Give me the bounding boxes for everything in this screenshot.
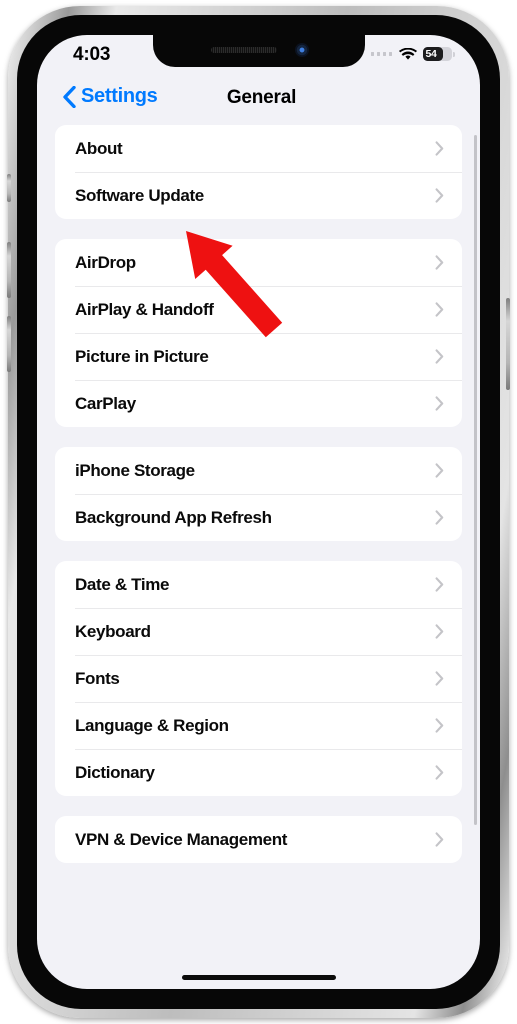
settings-group: VPN & Device Management — [55, 816, 462, 863]
settings-row-about[interactable]: About — [55, 125, 462, 172]
settings-row-label: About — [75, 138, 123, 158]
settings-group: About Software Update — [55, 125, 462, 219]
settings-row-label: AirPlay & Handoff — [75, 299, 214, 319]
settings-group: Date & Time Keyboard Fonts Language & Regio… — [55, 561, 462, 796]
chevron-right-icon — [435, 302, 444, 317]
settings-row-label: AirDrop — [75, 252, 136, 272]
silent-switch[interactable] — [7, 174, 11, 202]
navigation-bar: Settings General — [37, 79, 480, 125]
settings-row-background-app-refresh[interactable]: Background App Refresh — [55, 494, 462, 541]
chevron-right-icon — [435, 188, 444, 203]
status-indicators: 54 — [370, 47, 455, 61]
settings-row-vpn-device-management[interactable]: VPN & Device Management — [55, 816, 462, 863]
settings-row-label: Background App Refresh — [75, 507, 272, 527]
settings-row-label: Dictionary — [75, 762, 155, 782]
settings-row-airplay-handoff[interactable]: AirPlay & Handoff — [55, 286, 462, 333]
settings-row-label: Date & Time — [75, 574, 170, 594]
settings-group: iPhone Storage Background App Refresh — [55, 447, 462, 541]
phone-bezel: 4:03 54 Settings General About Software … — [17, 15, 500, 1009]
front-camera-icon — [294, 43, 309, 57]
chevron-right-icon — [435, 832, 444, 847]
settings-row-dictionary[interactable]: Dictionary — [55, 749, 462, 796]
settings-row-label: Language & Region — [75, 715, 229, 735]
phone-screen: 4:03 54 Settings General About Software … — [37, 35, 480, 989]
settings-row-carplay[interactable]: CarPlay — [55, 380, 462, 427]
chevron-right-icon — [435, 624, 444, 639]
settings-row-label: CarPlay — [75, 393, 136, 413]
settings-row-airdrop[interactable]: AirDrop — [55, 239, 462, 286]
cellular-dots-icon — [370, 52, 392, 56]
settings-row-label: Picture in Picture — [75, 346, 209, 366]
settings-row-date-time[interactable]: Date & Time — [55, 561, 462, 608]
battery-percent-label: 54 — [425, 48, 437, 60]
chevron-right-icon — [435, 396, 444, 411]
volume-down-button[interactable] — [7, 316, 11, 372]
chevron-right-icon — [435, 463, 444, 478]
home-indicator[interactable] — [181, 975, 336, 980]
chevron-right-icon — [435, 141, 444, 156]
settings-group: AirDrop AirPlay & Handoff Picture in Pictu… — [55, 239, 462, 427]
notch — [152, 35, 365, 67]
earpiece-speaker-icon — [210, 47, 277, 53]
chevron-right-icon — [435, 718, 444, 733]
chevron-right-icon — [435, 510, 444, 525]
settings-row-label: Fonts — [75, 668, 120, 688]
settings-row-label: Keyboard — [75, 621, 151, 641]
scrollbar[interactable] — [474, 135, 477, 825]
settings-row-fonts[interactable]: Fonts — [55, 655, 462, 702]
settings-row-language-region[interactable]: Language & Region — [55, 702, 462, 749]
battery-icon: 54 — [423, 47, 455, 61]
phone-device-frame: 4:03 54 Settings General About Software … — [7, 6, 510, 1018]
page-title: General — [226, 87, 297, 108]
settings-row-keyboard[interactable]: Keyboard — [55, 608, 462, 655]
settings-row-label: VPN & Device Management — [75, 829, 288, 849]
chevron-right-icon — [435, 577, 444, 592]
chevron-right-icon — [435, 349, 444, 364]
chevron-right-icon — [435, 671, 444, 686]
settings-row-picture-in-picture[interactable]: Picture in Picture — [55, 333, 462, 380]
settings-row-label: iPhone Storage — [75, 460, 195, 480]
settings-list: About Software Update AirDrop AirPlay & Han… — [37, 125, 480, 989]
settings-row-label: Software Update — [75, 185, 204, 205]
wifi-icon — [399, 47, 417, 60]
volume-up-button[interactable] — [7, 242, 11, 298]
settings-row-software-update[interactable]: Software Update — [55, 172, 462, 219]
chevron-right-icon — [435, 765, 444, 780]
settings-row-iphone-storage[interactable]: iPhone Storage — [55, 447, 462, 494]
power-button[interactable] — [506, 298, 510, 390]
chevron-right-icon — [435, 255, 444, 270]
status-clock: 4:03 — [73, 44, 111, 65]
